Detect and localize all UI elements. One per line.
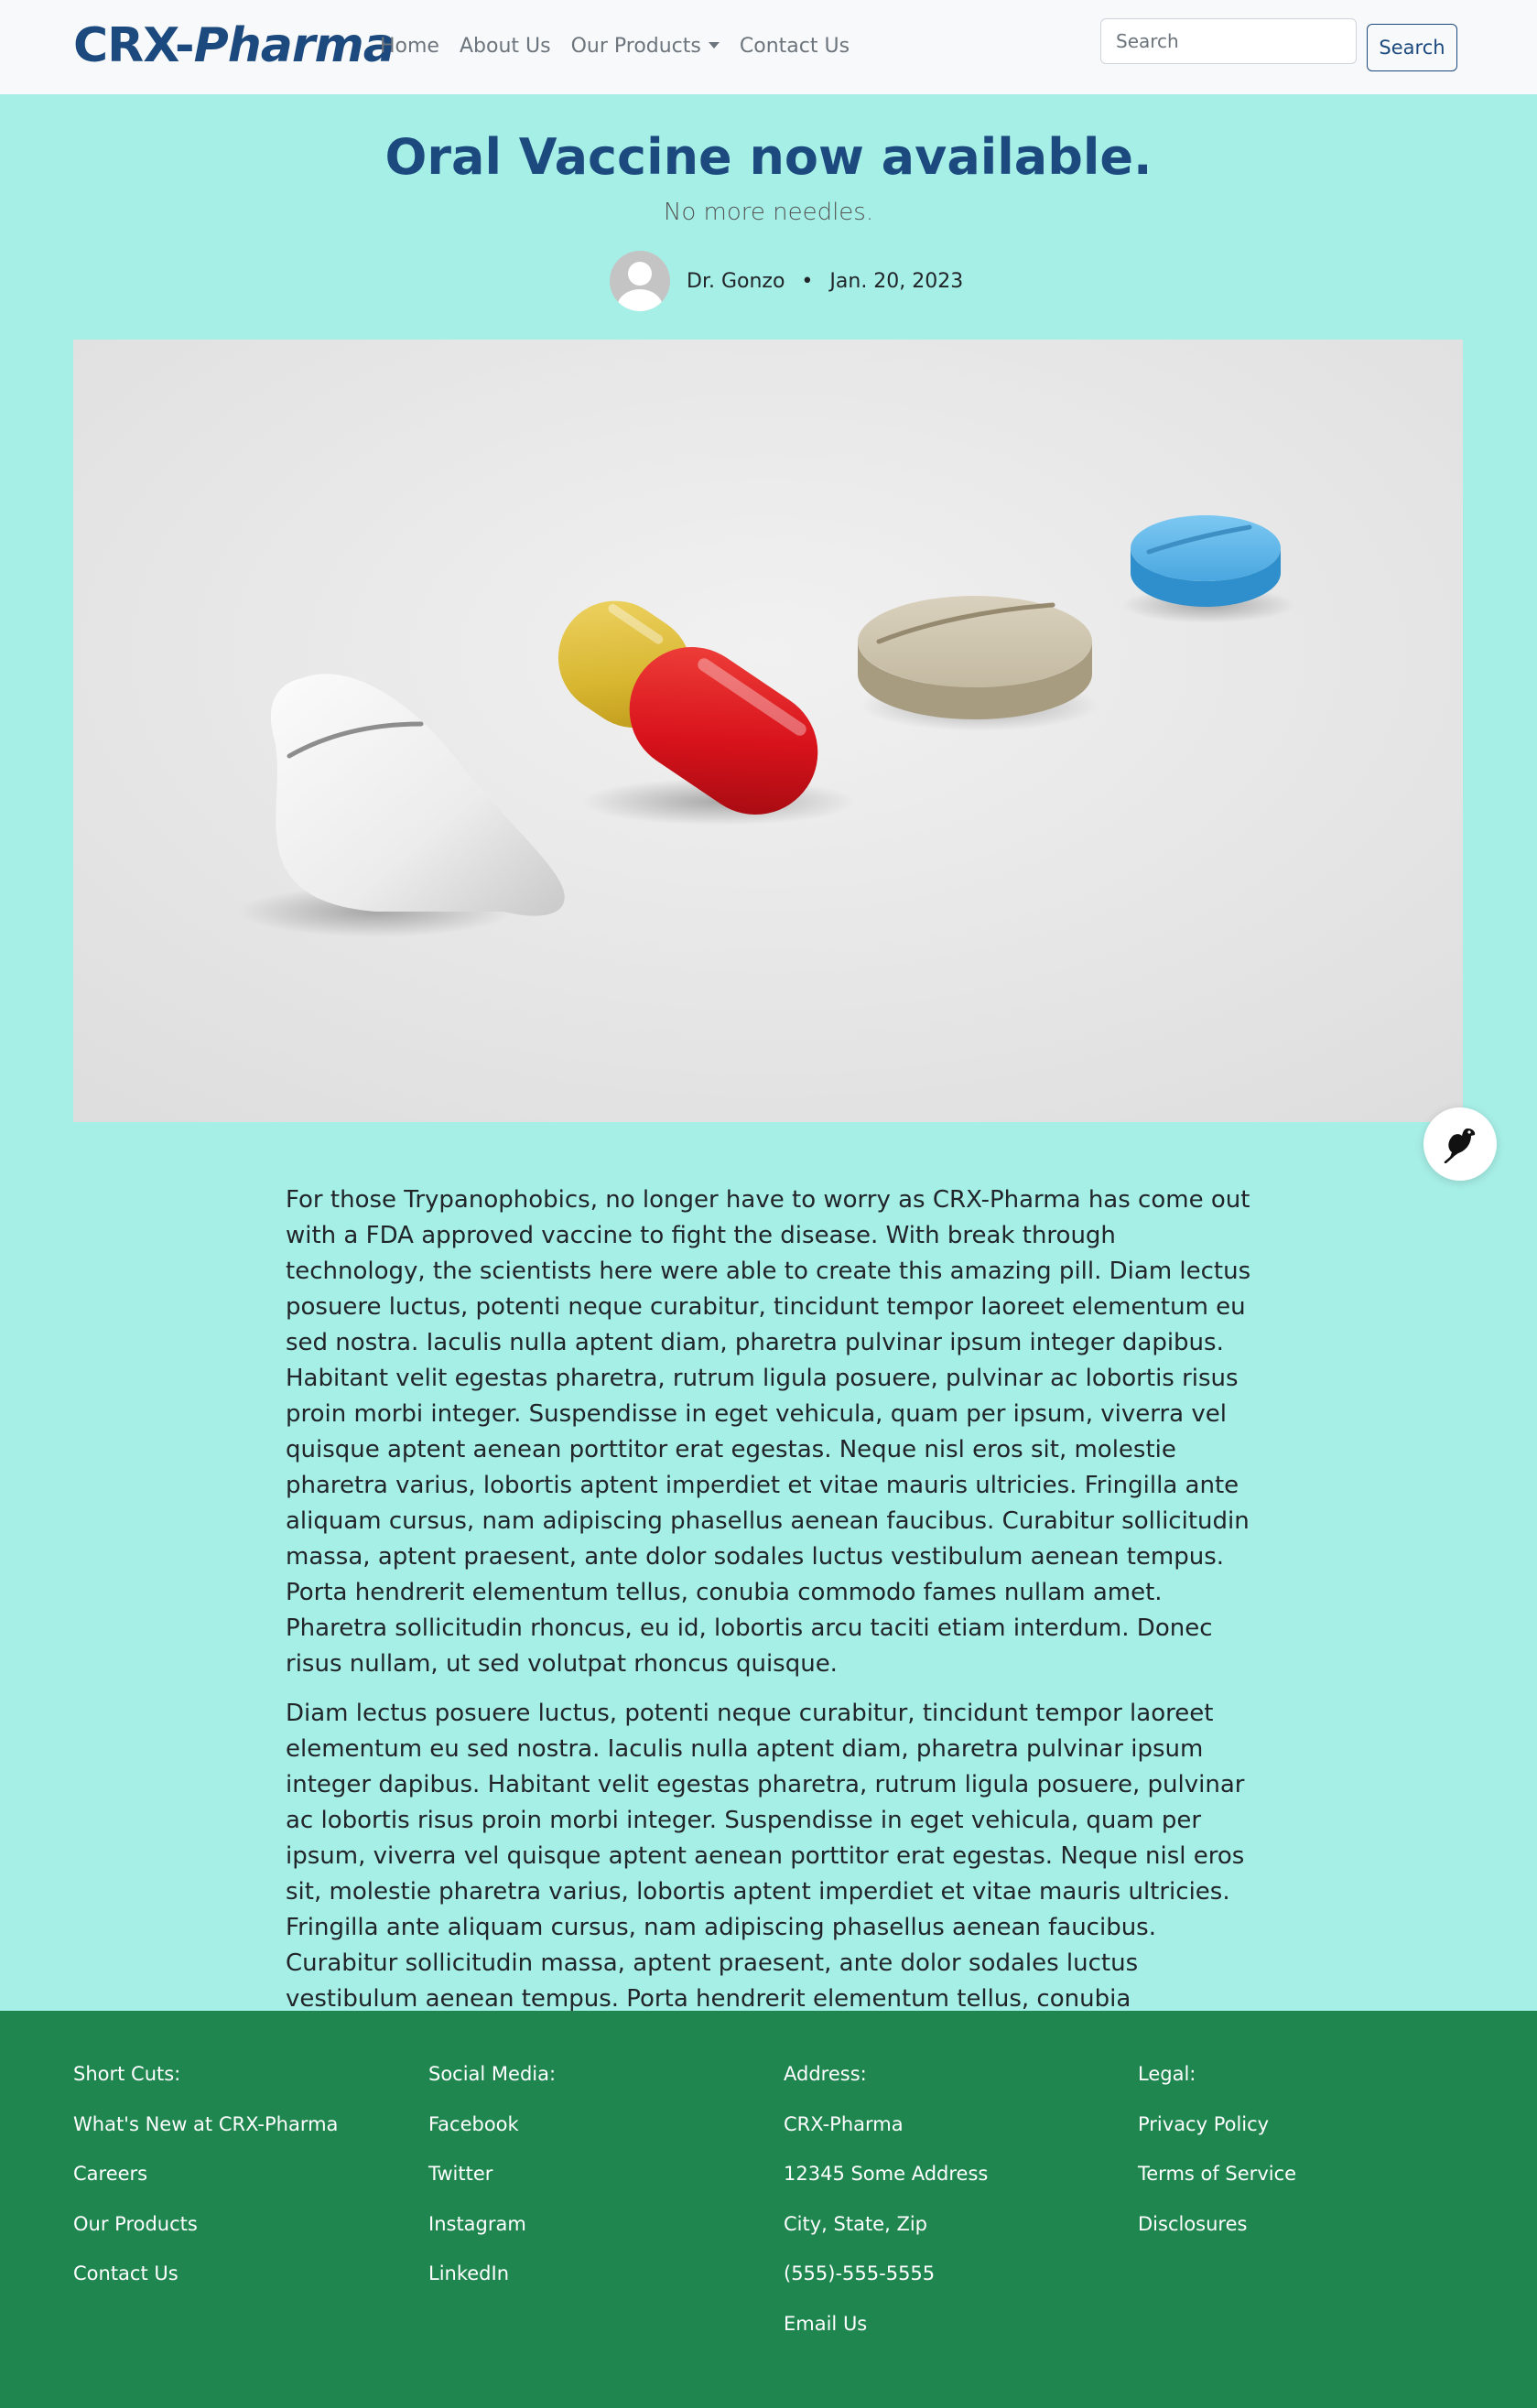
- post-date: Jan. 20, 2023: [829, 269, 964, 293]
- author-name: Dr. Gonzo: [687, 269, 785, 293]
- footer-social-column: Social Media: Facebook Twitter Instagram…: [428, 2063, 556, 2313]
- pills-illustration: [73, 340, 1463, 1122]
- footer-link-contact[interactable]: Contact Us: [73, 2262, 338, 2313]
- hero-image: [73, 340, 1463, 1122]
- search-button[interactable]: Search: [1367, 24, 1457, 71]
- avatar-body-shape: [617, 289, 663, 311]
- avatar: [610, 251, 670, 311]
- footer-heading: Short Cuts:: [73, 2063, 181, 2085]
- nav-link-home[interactable]: Home: [380, 35, 439, 58]
- brand-text-pharma: Pharma: [193, 18, 395, 73]
- footer-link-whats-new[interactable]: What's New at CRX-Pharma: [73, 2113, 338, 2164]
- footer-heading: Legal:: [1138, 2063, 1196, 2085]
- avatar-head-shape: [628, 262, 652, 286]
- footer-link-careers[interactable]: Careers: [73, 2163, 338, 2213]
- footer-address-column: Address: CRX-Pharma 12345 Some Address C…: [784, 2063, 988, 2362]
- footer-legal-column: Legal: Privacy Policy Terms of Service D…: [1138, 2063, 1296, 2262]
- article-body: For those Trypanophobics, no longer have…: [286, 1182, 1252, 2102]
- footer-address-company: CRX-Pharma: [784, 2112, 904, 2135]
- footer-link-instagram[interactable]: Instagram: [428, 2213, 556, 2263]
- footer: Short Cuts: What's New at CRX-Pharma Car…: [0, 2011, 1537, 2408]
- author-byline: Dr. Gonzo • Jan. 20, 2023: [610, 251, 963, 311]
- search-input[interactable]: [1100, 18, 1357, 64]
- floating-action-button[interactable]: [1423, 1107, 1497, 1181]
- tan-round-tablet-shape: [858, 596, 1099, 731]
- footer-shortcuts-column: Short Cuts: What's New at CRX-Pharma Car…: [73, 2063, 338, 2313]
- footer-address-street: 12345 Some Address: [784, 2163, 989, 2185]
- footer-link-twitter[interactable]: Twitter: [428, 2163, 556, 2213]
- brand-logo[interactable]: CRX-Pharma: [73, 18, 395, 73]
- nav-link-contact[interactable]: Contact Us: [740, 35, 850, 58]
- bird-icon: [1444, 1128, 1476, 1163]
- nav-links: Home About Us Our Products Contact Us: [380, 35, 870, 58]
- footer-link-linkedin[interactable]: LinkedIn: [428, 2262, 556, 2313]
- footer-address-phone: (555)-555-5555: [784, 2262, 936, 2284]
- footer-link-products[interactable]: Our Products: [73, 2213, 338, 2263]
- nav-link-products-dropdown[interactable]: Our Products: [571, 35, 720, 58]
- caret-down-icon: [708, 42, 720, 49]
- footer-heading: Address:: [784, 2063, 867, 2085]
- byline-separator: •: [801, 269, 814, 293]
- article-title: Oral Vaccine now available.: [384, 128, 1153, 186]
- nav-link-about[interactable]: About Us: [460, 35, 551, 58]
- footer-heading: Social Media:: [428, 2063, 557, 2085]
- nav-link-products-label: Our Products: [570, 35, 701, 58]
- footer-link-privacy[interactable]: Privacy Policy: [1138, 2113, 1296, 2164]
- footer-link-terms[interactable]: Terms of Service: [1138, 2163, 1296, 2213]
- article-paragraph: For those Trypanophobics, no longer have…: [286, 1186, 1251, 1678]
- footer-address-city: City, State, Zip: [784, 2212, 927, 2235]
- footer-link-email[interactable]: Email Us: [784, 2313, 988, 2363]
- blue-round-tablet-shape: [1121, 515, 1295, 623]
- footer-link-facebook[interactable]: Facebook: [428, 2113, 556, 2164]
- article-subtitle: No more needles.: [663, 199, 874, 226]
- footer-link-disclosures[interactable]: Disclosures: [1138, 2213, 1296, 2263]
- brand-text-crx: CRX-: [73, 18, 195, 73]
- navbar: CRX-Pharma Home About Us Our Products Co…: [0, 0, 1537, 94]
